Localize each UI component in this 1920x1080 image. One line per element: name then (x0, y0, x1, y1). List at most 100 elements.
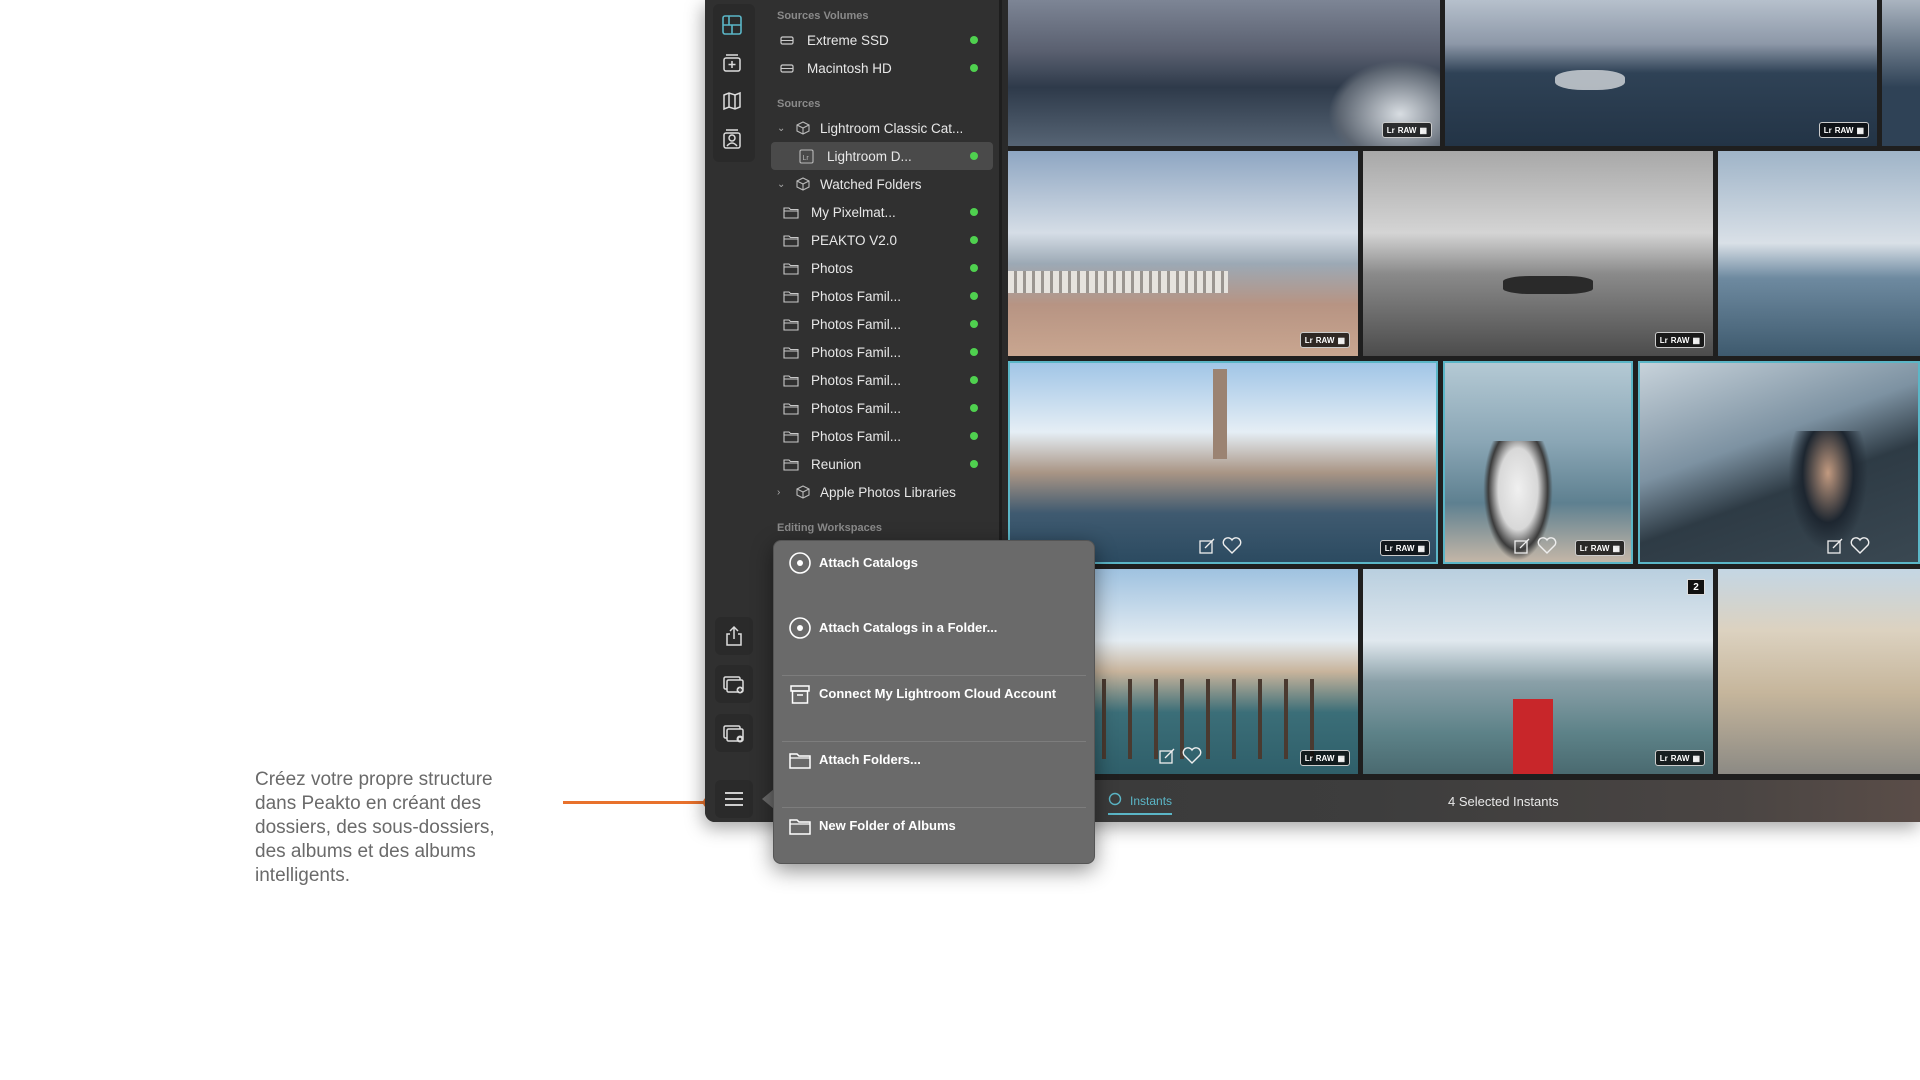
sidebar-item-watched-folder[interactable]: PEAKTO V2.0 (755, 226, 999, 254)
chevron-down-icon[interactable]: ⌄ (777, 123, 785, 134)
tab-instants[interactable]: Instants (1108, 792, 1173, 815)
menu-item-connect-lightroom-cloud[interactable]: Connect My Lightroom Cloud Account (774, 672, 1094, 732)
image-icon: ▦ (1612, 543, 1620, 553)
online-status-dot (970, 64, 978, 72)
photo-content (1503, 276, 1593, 294)
raw-label: RAW (1397, 125, 1417, 135)
sidebar-item-watched-folder[interactable]: Photos Famil... (755, 422, 999, 450)
sidebar-item-volume[interactable]: Macintosh HD (755, 54, 999, 82)
map-icon[interactable] (715, 84, 749, 118)
menu-item-label: Attach Catalogs in a Folder... (819, 620, 998, 635)
import-photos-icon[interactable] (715, 714, 753, 752)
sidebar-group-apple-photos[interactable]: › Apple Photos Libraries (755, 478, 999, 506)
photo-actions (1198, 537, 1242, 560)
photo-thumbnail[interactable]: Lr RAW ▦ (1363, 151, 1713, 356)
raw-badge: Lr RAW ▦ (1654, 332, 1705, 348)
chevron-down-icon[interactable]: ⌄ (777, 179, 785, 190)
heart-icon[interactable] (1537, 537, 1557, 560)
photo-thumbnail[interactable]: Lr RAW ▦ (1008, 0, 1440, 146)
sidebar-item-watched-folder[interactable]: Photos Famil... (755, 366, 999, 394)
menu-item-label: Attach Folders... (819, 752, 921, 767)
people-icon[interactable] (715, 122, 749, 156)
chevron-right-icon[interactable]: › (777, 487, 780, 498)
folder-icon (783, 372, 799, 388)
sidebar-item-watched-folder[interactable]: Photos Famil... (755, 338, 999, 366)
sidebar-item-watched-folder[interactable]: My Pixelmat... (755, 198, 999, 226)
catalog-cube-icon (795, 120, 811, 136)
sidebar-item-watched-folder[interactable]: Photos Famil... (755, 394, 999, 422)
menu-item-attach-catalogs[interactable]: Attach Catalogs (774, 541, 1094, 601)
sidebar-item-label: My Pixelmat... (811, 204, 896, 220)
folder-icon (788, 814, 812, 838)
drive-icon (779, 32, 795, 48)
tab-underline (1108, 813, 1173, 815)
sidebar-item-label: Reunion (811, 456, 862, 472)
photo-content (1213, 369, 1227, 459)
folder-icon (783, 316, 799, 332)
online-status-dot (970, 320, 978, 328)
image-icon: ▦ (1419, 125, 1427, 135)
photo-thumbnail[interactable] (1718, 569, 1920, 774)
lightroom-icon: Lr (1823, 125, 1832, 135)
edit-icon[interactable] (1826, 537, 1844, 560)
heart-icon[interactable] (1850, 537, 1870, 560)
sidebar-item-watched-folder[interactable]: Photos Famil... (755, 282, 999, 310)
photo-thumbnail[interactable]: Lr RAW ▦ (1445, 0, 1877, 146)
menu-item-attach-catalogs-folder[interactable]: Attach Catalogs in a Folder... (774, 606, 1094, 666)
raw-label: RAW (1834, 125, 1854, 135)
photo-thumbnail[interactable] (1718, 151, 1920, 356)
raw-badge: Lr RAW ▦ (1299, 750, 1350, 766)
heart-icon[interactable] (1222, 537, 1242, 560)
layout-grid-icon[interactable] (715, 8, 757, 42)
edit-icon[interactable] (1198, 537, 1216, 560)
photo-thumbnail[interactable] (1882, 0, 1920, 146)
photo-thumbnail[interactable]: Lr RAW ▦ (1008, 151, 1358, 356)
menu-icon[interactable] (715, 780, 753, 818)
online-status-dot (970, 152, 978, 160)
sidebar-item-label: Photos Famil... (811, 400, 902, 416)
sidebar-item-volume[interactable]: Extreme SSD (755, 26, 999, 54)
share-icon[interactable] (715, 617, 753, 655)
sidebar-item-label: Photos Famil... (811, 288, 902, 304)
edit-icon[interactable] (1513, 537, 1531, 560)
sidebar-item-watched-folder[interactable]: Photos Famil... (755, 310, 999, 338)
photo-actions (1826, 537, 1870, 560)
lightroom-icon: Lr (1659, 753, 1668, 763)
image-icon: ▦ (1692, 753, 1700, 763)
heart-icon[interactable] (1182, 747, 1202, 770)
online-status-dot (970, 264, 978, 272)
archive-icon (788, 682, 812, 706)
image-icon: ▦ (1856, 125, 1864, 135)
menu-item-new-folder-of-albums[interactable]: New Folder of Albums (774, 804, 1094, 864)
catalog-cube-icon (795, 176, 811, 192)
add-card-icon[interactable] (715, 46, 749, 80)
online-status-dot (970, 36, 978, 44)
lightroom-icon: Lr (1386, 125, 1395, 135)
sidebar-group-lightroom[interactable]: ⌄ Lightroom Classic Cat... (755, 114, 999, 142)
drive-icon (779, 60, 795, 76)
online-status-dot (970, 376, 978, 384)
photo-thumbnail-selected[interactable] (1638, 361, 1920, 564)
stack-count-badge: 2 (1687, 579, 1705, 595)
sidebar-group-watched-folders[interactable]: ⌄ Watched Folders (755, 170, 999, 198)
photo-thumbnail-selected[interactable]: Lr RAW ▦ (1443, 361, 1633, 564)
sidebar-item-watched-folder[interactable]: Photos (755, 254, 999, 282)
sidebar-item-label: Lightroom D... (827, 148, 912, 164)
raw-badge: Lr RAW ▦ (1381, 122, 1432, 138)
menu-item-attach-folders[interactable]: Attach Folders... (774, 738, 1094, 798)
lightroom-icon: Lr (798, 148, 814, 164)
catalog-icon (788, 616, 812, 640)
raw-badge: Lr RAW ▦ (1654, 750, 1705, 766)
image-icon: ▦ (1337, 753, 1345, 763)
folder-icon (783, 456, 799, 472)
status-bar: Instants 4 Selected Instants (1008, 780, 1920, 822)
add-photos-icon[interactable] (715, 665, 753, 703)
edit-icon[interactable] (1158, 747, 1176, 770)
icon-rail (705, 0, 757, 822)
sidebar-item-watched-folder[interactable]: Reunion (755, 450, 999, 478)
raw-badge: Lr RAW ▦ (1299, 332, 1350, 348)
photo-thumbnail[interactable]: 2 Lr RAW ▦ (1363, 569, 1713, 774)
photo-thumbnail-selected[interactable]: Lr RAW ▦ (1008, 361, 1438, 564)
sidebar-item-lightroom-catalog[interactable]: Lr Lightroom D... (771, 142, 993, 170)
online-status-dot (970, 404, 978, 412)
